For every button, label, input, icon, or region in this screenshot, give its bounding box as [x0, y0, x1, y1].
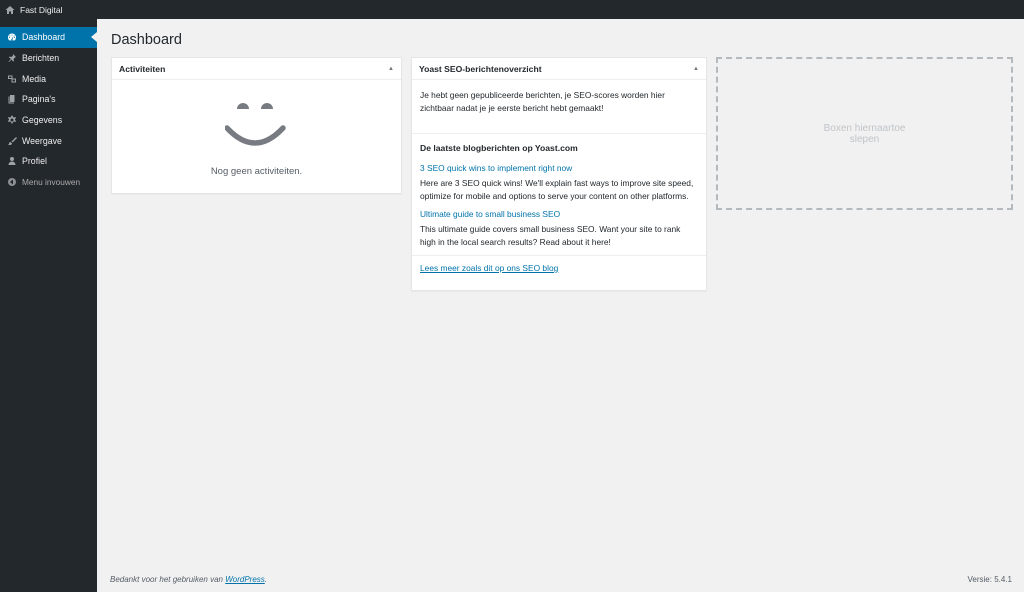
footer-version: Versie: 5.4.1: [967, 575, 1012, 584]
sidebar-item-label: Media: [22, 73, 46, 84]
sidebar-item-weergave[interactable]: Weergave: [0, 130, 97, 151]
sidebar-item-media[interactable]: Media: [0, 68, 97, 89]
collapse-toggle-icon[interactable]: ▲: [388, 66, 394, 72]
yoast-feed-title: De laatste blogberichten op Yoast.com: [420, 143, 578, 153]
sidebar-item-label: Profiel: [22, 156, 47, 167]
yoast-widget-footer: Lees meer zoals dit op ons SEO blog: [412, 255, 706, 273]
list-item: Ultimate guide to small business SEO Thi…: [420, 209, 698, 248]
activity-widget-header[interactable]: Activiteiten ▲: [112, 58, 401, 80]
site-name: Fast Digital: [20, 4, 63, 15]
drop-zone[interactable]: Boxen hiernaartoe slepen: [716, 57, 1013, 210]
media-icon: [6, 73, 17, 84]
yoast-intro-text: Je hebt geen gepubliceerde berichten, je…: [412, 80, 706, 134]
smiley-icon: [224, 103, 286, 146]
drop-zone-text: Boxen hiernaartoe slepen: [823, 122, 906, 145]
feed-post-excerpt: Here are 3 SEO quick wins! We'll explain…: [420, 178, 694, 201]
feed-post-link[interactable]: Ultimate guide to small business SEO: [420, 209, 698, 219]
footer-thanks-prefix: Bedankt voor het gebruiken van: [110, 575, 223, 584]
wordpress-link[interactable]: WordPress: [225, 575, 265, 584]
sidebar-item-label: Berichten: [22, 53, 60, 64]
footer-thanks-suffix: .: [264, 575, 267, 584]
page-title: Dashboard: [111, 32, 182, 48]
activity-widget: Activiteiten ▲ Nog geen activiteiten.: [111, 57, 402, 194]
sidebar-item-gegevens[interactable]: Gegevens: [0, 110, 97, 131]
sidebar-item-profiel[interactable]: Profiel: [0, 151, 97, 172]
footer-thanks: Bedankt voor het gebruiken van WordPress…: [110, 575, 267, 584]
activity-empty-text: Nog geen activiteiten.: [210, 166, 303, 177]
sidebar-item-dashboard[interactable]: Dashboard: [0, 27, 97, 48]
read-more-link[interactable]: Lees meer zoals dit op ons SEO blog: [420, 263, 558, 273]
activity-widget-title: Activiteiten: [119, 63, 166, 74]
sidebar-item-label: Dashboard: [22, 32, 66, 43]
sidebar-item-label: Pagina's: [22, 94, 56, 105]
collapse-arrow-icon: [6, 177, 17, 188]
yoast-widget-title: Yoast SEO-berichtenoverzicht: [419, 63, 542, 74]
pin-icon: [6, 53, 17, 64]
collapse-menu-button[interactable]: Menu invouwen: [0, 172, 97, 193]
gear-icon: [6, 115, 17, 126]
feed-post-excerpt: This ultimate guide covers small busines…: [420, 224, 681, 247]
feed-post-link[interactable]: 3 SEO quick wins to implement right now: [420, 163, 698, 173]
pages-icon: [6, 94, 17, 105]
admin-menu: Dashboard Berichten Media Pagina's Gegev…: [0, 19, 97, 193]
sidebar-item-label: Gegevens: [22, 115, 63, 126]
sidebar-item-label: Weergave: [22, 135, 62, 146]
gauge-icon: [6, 32, 17, 43]
sidebar-item-berichten[interactable]: Berichten: [0, 48, 97, 69]
user-icon: [6, 156, 17, 167]
collapse-toggle-icon[interactable]: ▲: [693, 66, 699, 72]
list-item: 3 SEO quick wins to implement right now …: [420, 163, 698, 202]
collapse-label: Menu invouwen: [22, 177, 81, 188]
home-icon: [5, 5, 15, 14]
activity-empty-state: Nog geen activiteiten.: [112, 80, 401, 177]
yoast-blog-feed: De laatste blogberichten op Yoast.com 3 …: [412, 134, 706, 248]
site-name-link[interactable]: Fast Digital: [5, 5, 63, 15]
brush-icon: [6, 135, 17, 146]
yoast-seo-widget: Yoast SEO-berichtenoverzicht ▲ Je hebt g…: [411, 57, 707, 291]
sidebar-item-paginas[interactable]: Pagina's: [0, 89, 97, 110]
yoast-widget-header[interactable]: Yoast SEO-berichtenoverzicht ▲: [412, 58, 706, 80]
admin-bar: Fast Digital: [0, 0, 1024, 19]
admin-sidebar: Dashboard Berichten Media Pagina's Gegev…: [0, 19, 97, 592]
